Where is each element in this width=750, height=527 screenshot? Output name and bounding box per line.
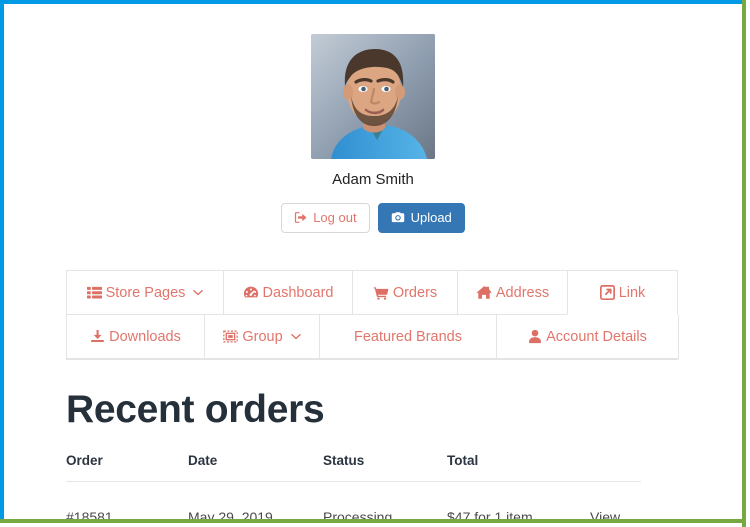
view-order-link[interactable]: View (590, 509, 620, 519)
camera-icon (391, 211, 405, 224)
table-row: #18581 May 29, 2019 Processing $47 for 1… (66, 482, 641, 519)
column-header-status: Status (323, 453, 447, 482)
tab-address-label: Address (495, 284, 550, 301)
tab-downloads[interactable]: Downloads (66, 315, 205, 359)
tab-link-label: Link (618, 284, 646, 301)
tab-group[interactable]: Group (204, 315, 320, 359)
order-status-cell: Processing (323, 509, 393, 519)
page-border-bottom (0, 519, 746, 523)
tab-featured-brands[interactable]: Featured Brands (319, 315, 497, 359)
order-date-cell: May 29, 2019 (188, 509, 273, 519)
tab-account-details-label: Account Details (546, 328, 647, 345)
tab-link[interactable]: Link (567, 271, 678, 315)
page-border-right (742, 0, 746, 527)
profile-name: Adam Smith (332, 171, 414, 188)
home-icon (476, 285, 492, 300)
shopping-cart-icon (373, 286, 389, 300)
tab-featured-brands-label: Featured Brands (353, 328, 462, 345)
orders-table: Order Date Status Total #18581 May 29, 2… (66, 453, 641, 519)
upload-button-label: Upload (410, 210, 452, 225)
upload-button[interactable]: Upload (377, 203, 465, 233)
account-nav: Store Pages Dashboard Orders Address Lin… (66, 270, 679, 360)
profile-block: Adam Smith Log out Upload (4, 4, 742, 233)
account-nav-row-2: Downloads Group Featured Brands Account … (66, 315, 679, 360)
column-header-total: Total (447, 453, 590, 482)
tab-dashboard[interactable]: Dashboard (223, 271, 353, 315)
chevron-down-icon (290, 333, 301, 340)
th-list-icon (86, 285, 102, 300)
external-link-square-icon (599, 285, 615, 300)
tab-account-details[interactable]: Account Details (496, 315, 679, 359)
logout-button-label: Log out (313, 210, 357, 225)
account-page-content: Adam Smith Log out Upload Store Pages Da… (4, 4, 742, 519)
column-header-date: Date (188, 453, 323, 482)
tab-store-pages[interactable]: Store Pages (66, 271, 224, 315)
chevron-down-icon (193, 289, 204, 296)
logout-button[interactable]: Log out (281, 203, 370, 233)
browser-page: Adam Smith Log out Upload Store Pages Da… (0, 0, 750, 527)
column-header-order: Order (66, 453, 188, 482)
tachometer-icon (243, 285, 259, 300)
user-icon (528, 329, 542, 344)
sign-out-icon (294, 211, 307, 224)
tab-orders[interactable]: Orders (352, 271, 458, 315)
tab-downloads-label: Downloads (109, 328, 181, 345)
page-title: Recent orders (66, 388, 325, 431)
order-total-cell: $47 for 1 item (447, 509, 533, 519)
account-nav-row-1: Store Pages Dashboard Orders Address Lin… (66, 270, 678, 315)
tab-address[interactable]: Address (457, 271, 568, 315)
recent-orders-section: Recent orders Order Date Status Total #1… (66, 387, 686, 519)
tab-orders-label: Orders (392, 284, 438, 301)
column-header-action (590, 453, 641, 482)
download-icon (90, 329, 105, 344)
table-header-row: Order Date Status Total (66, 453, 641, 482)
object-group-icon (223, 329, 239, 344)
tab-store-pages-label: Store Pages (105, 284, 186, 301)
user-photo-avatar (311, 34, 435, 159)
tab-dashboard-label: Dashboard (262, 284, 334, 301)
order-number-cell: #18581 (66, 509, 113, 519)
profile-action-buttons: Log out Upload (4, 203, 742, 233)
tab-group-label: Group (242, 328, 283, 345)
